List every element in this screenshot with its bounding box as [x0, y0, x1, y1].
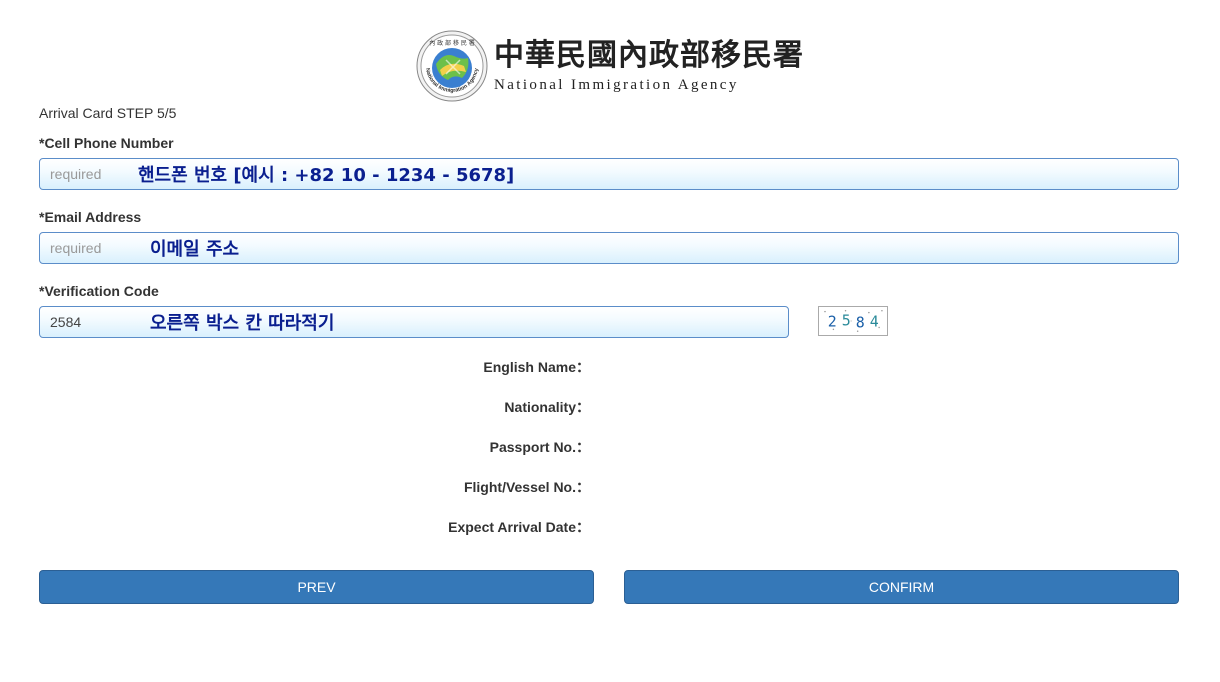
- verification-hint: 오른쪽 박스 칸 따라적기: [150, 313, 335, 334]
- agency-name-english: National Immigration Agency: [494, 76, 739, 93]
- agency-name-chinese: 中華民國內政部移民署: [494, 37, 804, 73]
- phone-hint: 핸드폰 번호 [예시 : +82 10 - 1234 - 5678]: [138, 165, 515, 186]
- verification-value: 2584: [50, 314, 82, 330]
- phone-placeholder: required: [50, 166, 102, 182]
- email-label: *Email Address: [39, 209, 142, 225]
- phone-input[interactable]: required 핸드폰 번호 [예시 : +82 10 - 1234 - 56…: [39, 158, 1179, 190]
- nationality-label: Nationality：: [504, 399, 590, 415]
- email-input[interactable]: required 이메일 주소: [39, 232, 1179, 264]
- flight-vessel-number-label: Flight/Vessel No.：: [463, 479, 590, 495]
- emblem-top-text: 內 政 部 移 民 署: [429, 39, 475, 47]
- captcha-image: 2 5 8 4: [818, 306, 888, 336]
- agency-emblem-icon: 內 政 部 移 民 署 National Immigration Agency: [416, 30, 488, 102]
- agency-logo: 內 政 部 移 民 署 National Immigration Agency …: [416, 30, 804, 102]
- step-indicator: Arrival Card STEP 5/5: [39, 105, 177, 121]
- verification-label: *Verification Code: [39, 283, 159, 299]
- agency-header: 內 政 部 移 民 署 National Immigration Agency …: [0, 28, 1220, 104]
- passport-number-label: Passport No.：: [489, 439, 590, 455]
- english-name-label: English Name：: [483, 359, 590, 375]
- email-placeholder: required: [50, 240, 102, 256]
- captcha-digit-2: 5: [842, 312, 851, 330]
- phone-label: *Cell Phone Number: [39, 135, 174, 151]
- verification-input[interactable]: 2584 오른쪽 박스 칸 따라적기: [39, 306, 789, 338]
- captcha-digit-1: 2: [828, 313, 837, 331]
- expect-arrival-date-label: Expect Arrival Date：: [448, 519, 590, 535]
- confirm-button[interactable]: CONFIRM: [624, 570, 1179, 604]
- captcha-digit-4: 4: [870, 313, 879, 331]
- prev-button[interactable]: PREV: [39, 570, 594, 604]
- captcha-digit-3: 8: [856, 314, 865, 332]
- email-hint: 이메일 주소: [150, 239, 240, 260]
